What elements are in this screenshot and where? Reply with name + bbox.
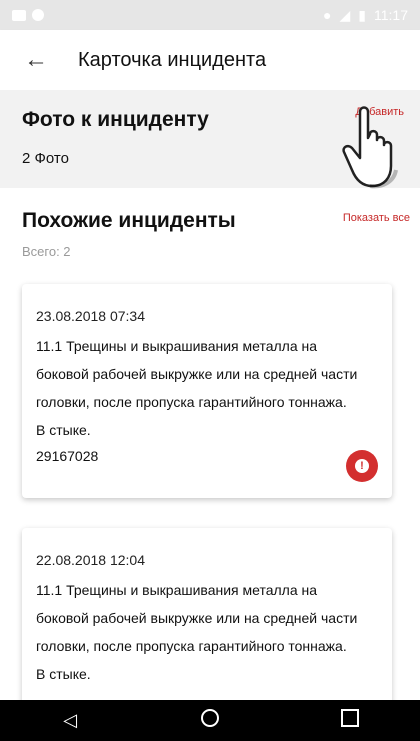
photo-section-title: Фото к инциденту — [22, 108, 209, 131]
description-line: головки, после пропуска гарантийного тон… — [36, 394, 347, 410]
system-nav-bar: ◁ — [0, 700, 420, 741]
description-line: В стыке. — [36, 422, 91, 438]
exclamation-icon: ! — [355, 459, 369, 473]
incident-date: 23.08.2018 07:34 — [36, 308, 145, 324]
nav-home-icon[interactable] — [190, 709, 230, 732]
similar-incidents-section: Похожие инциденты Показать все Всего: 2 … — [0, 188, 420, 718]
app-bar: ← Карточка инцидента — [0, 30, 420, 90]
similar-incidents-title: Похожие инциденты — [22, 209, 236, 232]
page-title: Карточка инцидента — [78, 48, 267, 71]
description-line: 11.1 Трещины и выкрашивания металла на — [36, 338, 318, 354]
nav-back-icon[interactable]: ◁ — [50, 710, 90, 731]
incident-description: 11.1 Трещины и выкрашивания металла на б… — [36, 332, 378, 444]
nav-recents-icon[interactable] — [330, 709, 370, 732]
description-line: боковой рабочей выкружке или на средней … — [36, 366, 358, 382]
signal-icon: ◢ — [339, 6, 351, 23]
incident-description: 11.1 Трещины и выкрашивания металла на б… — [36, 576, 378, 688]
hand-pointer-icon — [342, 106, 398, 189]
description-line: головки, после пропуска гарантийного тон… — [36, 638, 347, 654]
incident-card[interactable]: 23.08.2018 07:34 11.1 Трещины и выкрашив… — [22, 284, 392, 498]
show-all-button[interactable]: Показать все — [343, 212, 410, 224]
location-icon: ● — [323, 7, 332, 23]
back-arrow-icon[interactable]: ← — [24, 46, 48, 74]
description-line: боковой рабочей выкружке или на средней … — [36, 610, 358, 626]
description-line: В стыке. — [36, 666, 91, 682]
photo-count[interactable]: 2 Фото — [22, 150, 69, 167]
description-line: 11.1 Трещины и выкрашивания металла на — [36, 582, 318, 598]
notification-icon — [32, 9, 44, 21]
notification-icon — [12, 9, 26, 21]
incident-date: 22.08.2018 12:04 — [36, 552, 145, 568]
total-count: Всего: 2 — [22, 244, 71, 259]
status-time: 11:17 — [374, 7, 408, 23]
alert-button[interactable]: ! — [346, 450, 378, 482]
incident-card[interactable]: 22.08.2018 12:04 11.1 Трещины и выкрашив… — [22, 528, 392, 718]
battery-icon: ▮ — [358, 6, 366, 23]
incident-number: 29167028 — [36, 448, 99, 464]
status-bar: ● ◢ ▮ 11:17 — [0, 0, 420, 30]
